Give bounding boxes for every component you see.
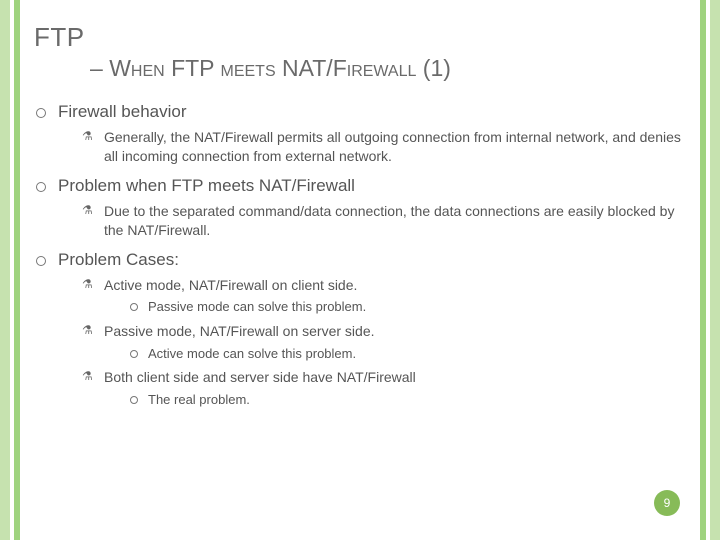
title-w2: meets [221, 55, 276, 81]
title-line1: FTP [34, 22, 686, 53]
decor-stripe-right-inner [700, 0, 706, 540]
note-text: The real problem. [148, 392, 250, 407]
sub-text: Both client side and server side have NA… [104, 369, 416, 385]
slide-body: FTP – When FTP meets NAT/Firewall (1) Fi… [34, 22, 686, 522]
sub-text: Due to the separated command/data connec… [104, 203, 674, 238]
note-text: Active mode can solve this problem. [148, 346, 356, 361]
case-both-sides-note: The real problem. [126, 391, 686, 409]
title-w1: When [109, 55, 165, 81]
case-passive-server: Passive mode, NAT/Firewall on server sid… [80, 322, 686, 362]
title-m1: FTP [165, 55, 221, 81]
bullet-text: Problem when FTP meets NAT/Firewall [58, 176, 355, 195]
slide-title: FTP – When FTP meets NAT/Firewall (1) [34, 22, 686, 82]
title-line2: – When FTP meets NAT/Firewall (1) [90, 55, 686, 82]
sub-bullet: Generally, the NAT/Firewall permits all … [80, 128, 686, 166]
decor-stripe-left-inner [14, 0, 20, 540]
case-active-client-note: Passive mode can solve this problem. [126, 298, 686, 316]
bullet-text: Problem Cases: [58, 250, 179, 269]
title-suffix: (1) [416, 55, 451, 81]
note-text: Passive mode can solve this problem. [148, 299, 366, 314]
bullet-firewall-behavior: Firewall behavior Generally, the NAT/Fir… [34, 102, 686, 166]
decor-stripe-left-outer [0, 0, 10, 540]
sub-text: Passive mode, NAT/Firewall on server sid… [104, 323, 375, 339]
bullet-problem-ftp-nat: Problem when FTP meets NAT/Firewall Due … [34, 176, 686, 240]
title-dash: – [90, 55, 109, 81]
page-number-badge: 9 [654, 490, 680, 516]
case-passive-server-note: Active mode can solve this problem. [126, 345, 686, 363]
slide-content: Firewall behavior Generally, the NAT/Fir… [34, 102, 686, 409]
title-w3: Firewall [333, 55, 417, 81]
case-both-sides: Both client side and server side have NA… [80, 368, 686, 408]
page-number: 9 [664, 496, 671, 510]
sub-text: Generally, the NAT/Firewall permits all … [104, 129, 681, 164]
title-m2: NAT/ [276, 55, 333, 81]
case-active-client: Active mode, NAT/Firewall on client side… [80, 276, 686, 316]
decor-stripe-right-outer [710, 0, 720, 540]
sub-text: Active mode, NAT/Firewall on client side… [104, 277, 357, 293]
bullet-text: Firewall behavior [58, 102, 187, 121]
sub-bullet: Due to the separated command/data connec… [80, 202, 686, 240]
bullet-problem-cases: Problem Cases: Active mode, NAT/Firewall… [34, 250, 686, 409]
